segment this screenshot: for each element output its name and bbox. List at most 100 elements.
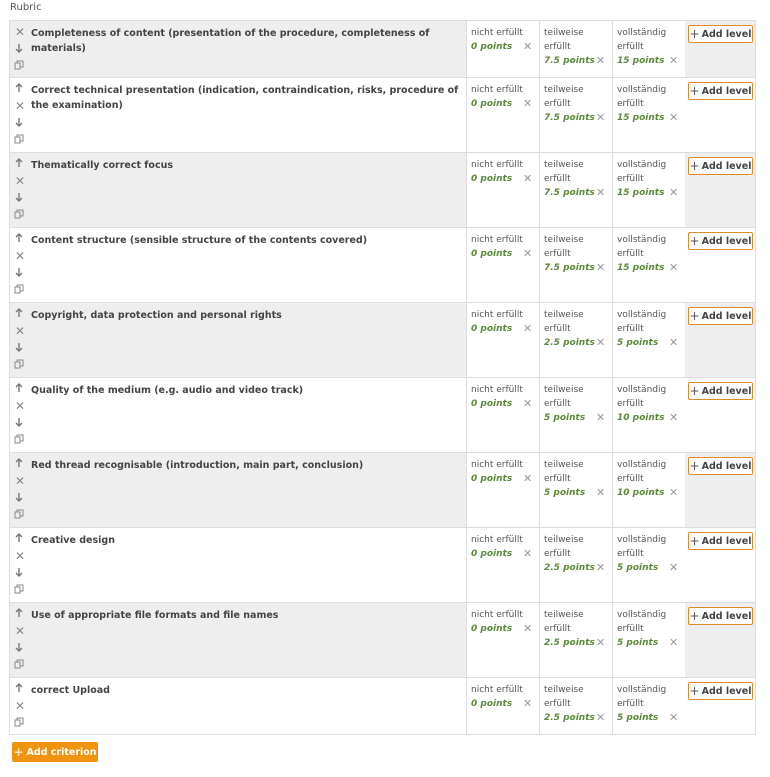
level-name[interactable]: vollständig erfüllt <box>617 608 683 636</box>
level-name[interactable]: nicht erfüllt <box>471 26 537 40</box>
level-name[interactable]: vollständig erfüllt <box>617 308 683 336</box>
level-name[interactable]: teilweise erfüllt <box>544 683 610 711</box>
level-points[interactable]: 15 points <box>617 188 664 198</box>
duplicate-criterion-button[interactable] <box>14 434 26 446</box>
delete-level-button[interactable]: ✕ <box>596 54 605 67</box>
level-cell[interactable]: teilweise erfüllt 7.5 points ✕ <box>539 228 612 302</box>
move-up-button[interactable] <box>14 83 26 95</box>
level-name[interactable]: vollständig erfüllt <box>617 533 683 561</box>
level-name[interactable]: nicht erfüllt <box>471 83 537 97</box>
level-cell[interactable]: nicht erfüllt 0 points ✕ <box>466 603 539 677</box>
level-cell[interactable]: nicht erfüllt 0 points ✕ <box>466 453 539 527</box>
delete-level-button[interactable]: ✕ <box>669 186 678 199</box>
level-points[interactable]: 5 points <box>544 413 585 423</box>
level-name[interactable]: vollständig erfüllt <box>617 683 683 711</box>
level-cell[interactable]: vollständig erfüllt 5 points ✕ <box>612 528 685 602</box>
delete-criterion-button[interactable]: ✕ <box>14 625 26 637</box>
level-name[interactable]: teilweise erfüllt <box>544 83 610 111</box>
level-points[interactable]: 2.5 points <box>544 338 595 348</box>
level-cell[interactable]: teilweise erfüllt 7.5 points ✕ <box>539 21 612 77</box>
level-cell[interactable]: teilweise erfüllt 5 points ✕ <box>539 378 612 452</box>
level-points[interactable]: 0 points <box>471 99 512 109</box>
duplicate-criterion-button[interactable] <box>14 717 26 729</box>
duplicate-criterion-button[interactable] <box>14 509 26 521</box>
delete-level-button[interactable]: ✕ <box>523 322 532 335</box>
level-name[interactable]: nicht erfüllt <box>471 608 537 622</box>
criterion-description[interactable]: Completeness of content (presentation of… <box>31 26 459 56</box>
delete-criterion-button[interactable]: ✕ <box>14 475 26 487</box>
level-cell[interactable]: vollständig erfüllt 15 points ✕ <box>612 228 685 302</box>
level-cell[interactable]: teilweise erfüllt 7.5 points ✕ <box>539 78 612 152</box>
delete-level-button[interactable]: ✕ <box>523 547 532 560</box>
move-down-button[interactable] <box>14 267 26 279</box>
level-name[interactable]: teilweise erfüllt <box>544 308 610 336</box>
delete-criterion-button[interactable]: ✕ <box>14 700 26 712</box>
level-points[interactable]: 5 points <box>617 563 658 573</box>
delete-level-button[interactable]: ✕ <box>596 561 605 574</box>
delete-criterion-button[interactable]: ✕ <box>14 100 26 112</box>
criterion-description[interactable]: Use of appropriate file formats and file… <box>31 608 459 623</box>
add-level-button[interactable]: + Add level <box>688 232 753 250</box>
move-down-button[interactable] <box>14 192 26 204</box>
delete-level-button[interactable]: ✕ <box>596 261 605 274</box>
move-up-button[interactable] <box>14 608 26 620</box>
level-points[interactable]: 0 points <box>471 699 512 709</box>
move-up-button[interactable] <box>14 458 26 470</box>
level-name[interactable]: vollständig erfüllt <box>617 158 683 186</box>
add-level-button[interactable]: + Add level <box>688 457 753 475</box>
level-cell[interactable]: nicht erfüllt 0 points ✕ <box>466 78 539 152</box>
delete-level-button[interactable]: ✕ <box>596 336 605 349</box>
level-points[interactable]: 15 points <box>617 113 664 123</box>
level-name[interactable]: teilweise erfüllt <box>544 233 610 261</box>
delete-level-button[interactable]: ✕ <box>669 711 678 724</box>
duplicate-criterion-button[interactable] <box>14 359 26 371</box>
level-name[interactable]: nicht erfüllt <box>471 683 537 697</box>
level-name[interactable]: teilweise erfüllt <box>544 533 610 561</box>
level-points[interactable]: 15 points <box>617 263 664 273</box>
level-cell[interactable]: teilweise erfüllt 2.5 points ✕ <box>539 678 612 734</box>
level-points[interactable]: 5 points <box>617 638 658 648</box>
level-points[interactable]: 5 points <box>617 338 658 348</box>
move-up-button[interactable] <box>14 533 26 545</box>
add-level-button[interactable]: + Add level <box>688 382 753 400</box>
criterion-description[interactable]: Copyright, data protection and personal … <box>31 308 459 323</box>
delete-level-button[interactable]: ✕ <box>669 261 678 274</box>
move-down-button[interactable] <box>14 117 26 129</box>
level-cell[interactable]: vollständig erfüllt 10 points ✕ <box>612 453 685 527</box>
add-level-button[interactable]: + Add level <box>688 157 753 175</box>
move-up-button[interactable] <box>14 233 26 245</box>
criterion-description[interactable]: Thematically correct focus <box>31 158 459 173</box>
delete-level-button[interactable]: ✕ <box>523 622 532 635</box>
delete-level-button[interactable]: ✕ <box>523 397 532 410</box>
level-cell[interactable]: nicht erfüllt 0 points ✕ <box>466 378 539 452</box>
level-cell[interactable]: vollständig erfüllt 10 points ✕ <box>612 378 685 452</box>
level-cell[interactable]: vollständig erfüllt 5 points ✕ <box>612 678 685 734</box>
add-level-button[interactable]: + Add level <box>688 307 753 325</box>
level-points[interactable]: 0 points <box>471 624 512 634</box>
level-points[interactable]: 10 points <box>617 413 664 423</box>
level-cell[interactable]: nicht erfüllt 0 points ✕ <box>466 153 539 227</box>
delete-criterion-button[interactable]: ✕ <box>14 250 26 262</box>
level-points[interactable]: 15 points <box>617 56 664 66</box>
level-cell[interactable]: teilweise erfüllt 7.5 points ✕ <box>539 153 612 227</box>
duplicate-criterion-button[interactable] <box>14 209 26 221</box>
criterion-description[interactable]: correct Upload <box>31 683 459 698</box>
level-cell[interactable]: vollständig erfüllt 15 points ✕ <box>612 21 685 77</box>
level-name[interactable]: vollständig erfüllt <box>617 26 683 54</box>
level-points[interactable]: 7.5 points <box>544 56 595 66</box>
delete-level-button[interactable]: ✕ <box>669 54 678 67</box>
move-up-button[interactable] <box>14 683 26 695</box>
level-points[interactable]: 2.5 points <box>544 563 595 573</box>
duplicate-criterion-button[interactable] <box>14 659 26 671</box>
add-criterion-button[interactable]: + Add criterion <box>12 742 98 762</box>
level-cell[interactable]: nicht erfüllt 0 points ✕ <box>466 528 539 602</box>
level-cell[interactable]: vollständig erfüllt 15 points ✕ <box>612 153 685 227</box>
level-points[interactable]: 0 points <box>471 549 512 559</box>
delete-level-button[interactable]: ✕ <box>523 172 532 185</box>
delete-level-button[interactable]: ✕ <box>596 486 605 499</box>
move-down-button[interactable] <box>14 642 26 654</box>
level-points[interactable]: 7.5 points <box>544 263 595 273</box>
level-name[interactable]: nicht erfüllt <box>471 533 537 547</box>
delete-level-button[interactable]: ✕ <box>523 40 532 53</box>
level-name[interactable]: teilweise erfüllt <box>544 383 610 411</box>
